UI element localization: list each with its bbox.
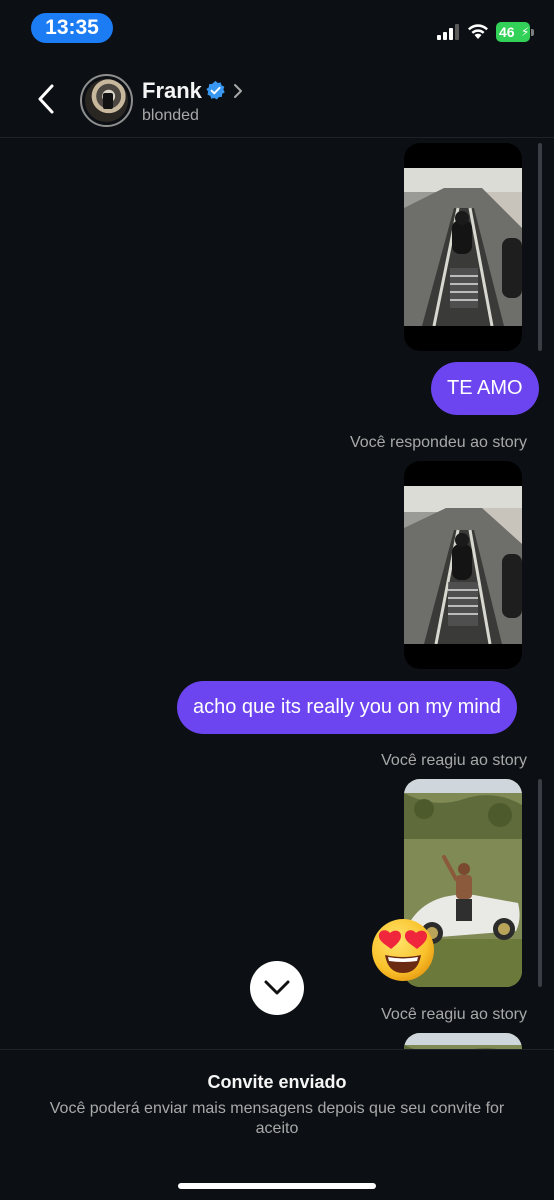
- status-time: 13:35: [31, 13, 113, 43]
- back-icon[interactable]: [32, 82, 62, 116]
- story-reply-thumbnail[interactable]: [404, 461, 522, 669]
- avatar[interactable]: [80, 74, 133, 127]
- message-bubble[interactable]: TE AMO: [431, 362, 539, 415]
- verified-badge-icon: [206, 80, 225, 100]
- battery-cap: [531, 29, 534, 36]
- scroll-track: [538, 143, 542, 351]
- contact-username: blonded: [142, 107, 199, 124]
- invite-description: Você poderá enviar mais mensagens depois…: [49, 1100, 505, 1137]
- story-reply-thumbnail[interactable]: [404, 143, 522, 351]
- contact-name[interactable]: Frank: [142, 78, 202, 104]
- story-image: [404, 486, 522, 644]
- invite-title: Convite enviado: [207, 1072, 347, 1092]
- invite-status-panel: Convite enviado Você poderá enviar mais …: [0, 1049, 554, 1200]
- wifi-icon: [468, 24, 488, 39]
- home-indicator[interactable]: [178, 1183, 376, 1189]
- chevron-down-icon: [264, 980, 290, 995]
- avatar-image: [85, 79, 128, 122]
- message-bubble[interactable]: acho que its really you on my mind: [177, 681, 517, 734]
- chat-thread[interactable]: TE AMO Você respondeu ao story acho que …: [0, 139, 554, 1049]
- scroll-to-bottom-button[interactable]: [250, 961, 304, 1015]
- heart-eyes-emoji-icon: [370, 917, 436, 983]
- story-reaction-thumbnail[interactable]: [404, 1033, 522, 1049]
- cellular-signal-icon: [437, 24, 459, 40]
- chat-header: Frank blonded: [0, 58, 554, 138]
- chevron-right-icon[interactable]: [232, 83, 244, 99]
- story-image: [404, 168, 522, 326]
- story-image: [404, 1033, 522, 1049]
- scroll-track: [538, 779, 542, 987]
- story-reaction-label: Você reagiu ao story: [381, 1006, 527, 1023]
- battery-indicator: 46 ⚡: [496, 22, 534, 42]
- story-reaction-label: Você reagiu ao story: [381, 752, 527, 769]
- status-bar: 13:35 46 ⚡: [0, 0, 554, 58]
- charging-bolt-icon: ⚡: [521, 25, 530, 39]
- story-reply-label: Você respondeu ao story: [349, 434, 527, 451]
